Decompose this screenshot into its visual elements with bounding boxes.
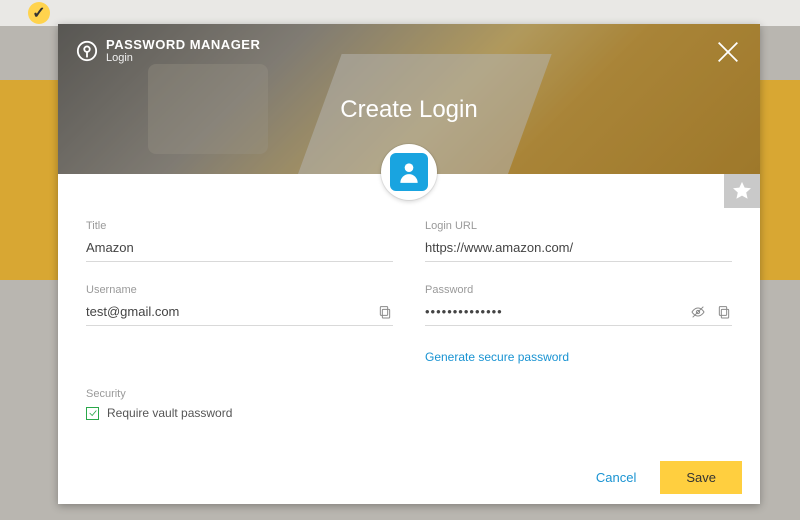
input-title[interactable] <box>86 236 393 262</box>
save-button[interactable]: Save <box>660 461 742 494</box>
favorite-toggle[interactable] <box>724 174 760 208</box>
copy-icon <box>377 304 393 320</box>
label-security: Security <box>86 388 732 400</box>
label-login-url: Login URL <box>425 220 732 232</box>
brand-block: PASSWORD MANAGER Login <box>76 38 260 64</box>
copy-password-button[interactable] <box>716 304 732 320</box>
brand-section: Login <box>106 52 260 64</box>
cancel-button[interactable]: Cancel <box>590 462 642 493</box>
product-logo-icon <box>76 40 98 62</box>
star-icon <box>731 180 753 202</box>
person-icon <box>396 159 422 185</box>
input-username[interactable] <box>86 300 393 326</box>
field-title: Title <box>86 220 393 262</box>
brand-name: PASSWORD MANAGER <box>106 38 260 52</box>
field-login-url: Login URL <box>425 220 732 262</box>
browser-topbar: ✓ <box>0 0 800 26</box>
norton-logo-icon: ✓ <box>28 2 50 24</box>
copy-icon <box>716 304 732 320</box>
security-section: Security Require vault password <box>86 388 732 420</box>
copy-username-button[interactable] <box>377 304 393 320</box>
generate-password-link[interactable]: Generate secure password <box>425 350 569 364</box>
close-button[interactable] <box>714 38 742 66</box>
toggle-password-visibility[interactable] <box>690 304 706 320</box>
require-vault-password-checkbox[interactable] <box>86 407 99 420</box>
label-password: Password <box>425 284 732 296</box>
form-body: Title Login URL Username Password <box>58 174 760 504</box>
field-password: Password <box>425 284 732 326</box>
modal-footer: Cancel Save <box>590 461 742 494</box>
require-vault-password-label: Require vault password <box>107 406 232 420</box>
label-username: Username <box>86 284 393 296</box>
input-password[interactable] <box>425 300 732 326</box>
avatar-tile <box>390 153 428 191</box>
check-icon <box>88 408 98 418</box>
eye-off-icon <box>690 304 706 320</box>
create-login-modal: PASSWORD MANAGER Login Create Login Titl… <box>58 24 760 504</box>
field-username: Username <box>86 284 393 326</box>
modal-title: Create Login <box>58 96 760 124</box>
avatar-circle[interactable] <box>381 144 437 200</box>
close-icon <box>714 38 742 66</box>
input-login-url[interactable] <box>425 236 732 262</box>
label-title: Title <box>86 220 393 232</box>
